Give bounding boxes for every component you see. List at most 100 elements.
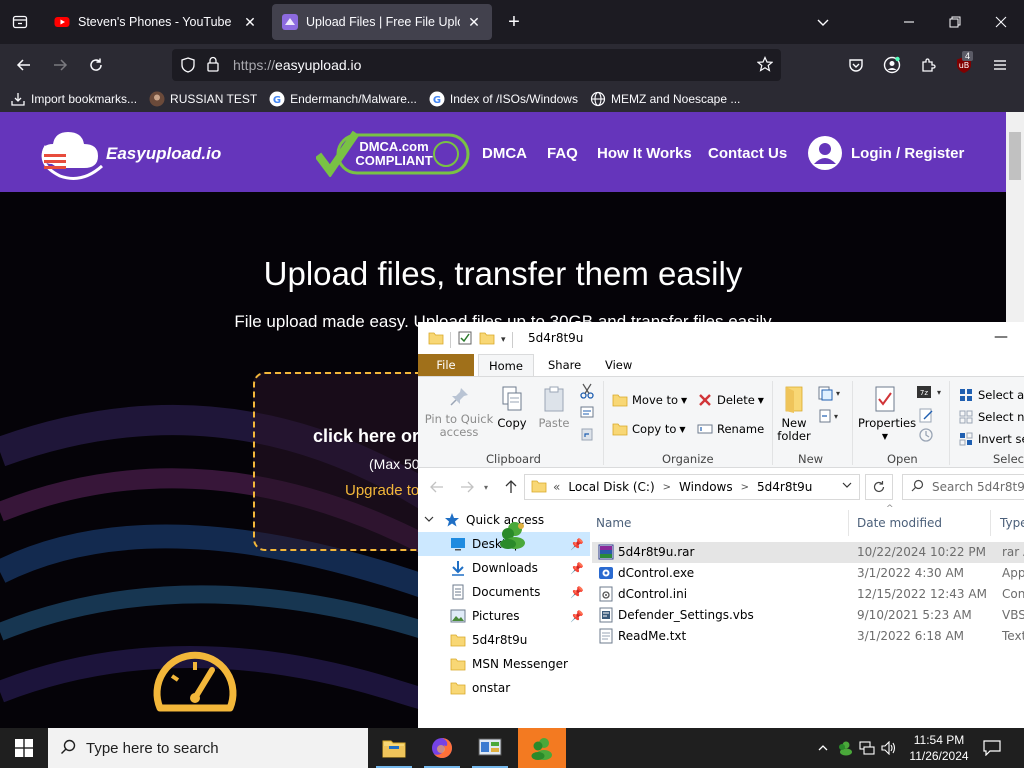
cut-icon[interactable] (580, 383, 594, 402)
back-arrow-icon[interactable] (430, 480, 444, 497)
recent-locations-icon[interactable]: ▾ (484, 483, 488, 492)
file-row[interactable]: dControl.exe 3/1/2022 4:30 AM App (592, 563, 1024, 584)
taskbar-search-input[interactable]: Type here to search (48, 728, 368, 768)
file-row[interactable]: ReadMe.txt 3/1/2022 6:18 AM Text (592, 626, 1024, 647)
breadcrumb-current-folder[interactable]: 5d4r8t9u (757, 480, 812, 494)
properties-check-icon[interactable] (457, 330, 473, 349)
nav-folder-5d4r8t9u[interactable]: 5d4r8t9u (418, 628, 590, 652)
copy-to-button[interactable]: Copy to ▼ (612, 421, 686, 437)
select-all-button[interactable]: Select all (958, 387, 1024, 403)
site-logo-text[interactable]: Easyupload.io (106, 144, 221, 164)
login-register-button[interactable]: Login / Register (808, 136, 964, 170)
nav-downloads[interactable]: Downloads 📌 (418, 556, 590, 580)
tab-easyupload[interactable]: Upload Files | Free File Upload a ✕ (272, 4, 492, 40)
paste-button[interactable]: Paste (536, 385, 572, 430)
breadcrumb-overflow[interactable]: « (553, 480, 560, 494)
paste-shortcut-icon[interactable] (580, 427, 594, 444)
copy-button[interactable]: Copy (496, 385, 528, 430)
column-header-name[interactable]: Name (596, 516, 631, 530)
column-separator[interactable] (848, 510, 849, 536)
extensions-icon[interactable] (914, 51, 942, 79)
column-separator[interactable] (990, 510, 991, 536)
address-bar[interactable]: « Local Disk (C:) > Windows > 5d4r8t9u (524, 474, 860, 500)
explorer-search-input[interactable]: Search 5d4r8t9u (902, 474, 1024, 500)
pin-icon[interactable]: 📌 (570, 610, 584, 623)
pin-icon[interactable]: 📌 (570, 538, 584, 551)
new-item-icon[interactable]: ▾ (818, 385, 840, 404)
menu-icon[interactable] (986, 51, 1014, 79)
nav-documents[interactable]: Documents 📌 (418, 580, 590, 604)
control-panel-app[interactable] (466, 728, 514, 768)
rename-button[interactable]: Rename (697, 421, 764, 437)
new-folder-button[interactable]: New folder (776, 385, 812, 443)
file-row[interactable]: 5d4r8t9u.rar 10/22/2024 10:22 PM rar A (592, 542, 1024, 563)
new-folder-icon[interactable] (479, 331, 495, 348)
scrollbar-thumb[interactable] (1009, 132, 1021, 180)
tab-list-icon[interactable] (8, 10, 32, 34)
history-icon[interactable] (918, 427, 934, 446)
show-hidden-icons-icon[interactable] (812, 728, 834, 768)
ribbon-tab-home[interactable]: Home (478, 354, 534, 376)
bookmark-import[interactable]: Import bookmarks... (10, 91, 137, 107)
nav-contact-us[interactable]: Contact Us (708, 145, 787, 162)
select-none-button[interactable]: Select no (958, 409, 1024, 425)
open-with-icon[interactable]: 7z ▾ (916, 385, 942, 402)
tracking-protection-icon[interactable] (180, 57, 196, 76)
nav-folder-msn-messenger[interactable]: MSN Messenger (418, 652, 590, 676)
edit-icon[interactable] (918, 407, 934, 426)
lock-icon[interactable] (206, 56, 220, 75)
customize-toolbar-icon[interactable]: ▾ (501, 335, 506, 345)
column-header-type[interactable]: Type (1000, 516, 1024, 530)
nav-faq[interactable]: FAQ (547, 145, 578, 162)
breadcrumb-windows[interactable]: Windows (679, 480, 733, 494)
cloud-logo-icon[interactable] (38, 124, 106, 185)
nav-pictures[interactable]: Pictures 📌 (418, 604, 590, 628)
breadcrumb-local-disk[interactable]: Local Disk (C:) (568, 480, 654, 494)
taskbar-clock[interactable]: 11:54 PM 11/26/2024 (906, 732, 972, 764)
pin-quick-access-button[interactable]: Pin to Quick access (424, 385, 494, 439)
forward-icon[interactable] (46, 51, 74, 79)
ublock-icon[interactable]: uB 4 (950, 51, 978, 79)
forward-arrow-icon[interactable] (460, 480, 474, 497)
url-bar[interactable]: https://easyupload.io (172, 49, 781, 81)
bookmark-russian-test[interactable]: RUSSIAN TEST (149, 91, 257, 107)
minimize-icon[interactable]: — (978, 322, 1024, 354)
reload-icon[interactable] (82, 51, 110, 79)
up-arrow-icon[interactable] (504, 480, 518, 497)
pocket-icon[interactable] (842, 51, 870, 79)
close-tab-icon[interactable]: ✕ (466, 14, 482, 30)
new-tab-button[interactable]: + (503, 12, 525, 34)
tab-youtube[interactable]: Steven's Phones - YouTube ✕ (44, 4, 268, 40)
file-row[interactable]: dControl.ini 12/15/2022 12:43 AM Conf (592, 584, 1024, 605)
pin-icon[interactable]: 📌 (570, 562, 584, 575)
bookmark-memz[interactable]: MEMZ and Noescape ... (590, 91, 740, 107)
copy-path-icon[interactable] (580, 405, 594, 422)
account-icon[interactable] (878, 51, 906, 79)
close-tab-icon[interactable]: ✕ (242, 14, 258, 30)
minimize-window-icon[interactable] (886, 0, 932, 44)
firefox-app[interactable] (418, 728, 466, 768)
properties-button[interactable]: Properties ▼ (858, 385, 916, 443)
close-window-icon[interactable] (978, 0, 1024, 44)
column-header-date[interactable]: Date modified (857, 516, 942, 530)
delete-button[interactable]: Delete ▼ (697, 392, 764, 408)
back-icon[interactable] (10, 51, 38, 79)
ribbon-tab-share[interactable]: Share (538, 354, 591, 376)
dmca-badge[interactable]: DMCA.com COMPLIANT (314, 130, 470, 178)
nav-how-it-works[interactable]: How It Works (597, 145, 692, 162)
move-to-button[interactable]: Move to ▼ (612, 392, 687, 408)
start-button[interactable] (0, 728, 48, 768)
expand-chevron-icon[interactable] (424, 513, 436, 527)
breadcrumb-chevron-icon[interactable]: > (663, 482, 671, 493)
upgrade-link[interactable]: Upgrade to (345, 482, 419, 499)
invert-selection-button[interactable]: Invert sel (958, 431, 1024, 447)
network-icon[interactable] (856, 728, 878, 768)
bookmark-endermanch[interactable]: G Endermanch/Malware... (269, 91, 417, 107)
nav-folder-onstar[interactable]: onstar (418, 676, 590, 700)
refresh-button[interactable] (865, 474, 893, 500)
ribbon-tab-view[interactable]: View (595, 354, 642, 376)
nav-dmca[interactable]: DMCA (482, 145, 527, 162)
ribbon-tab-file[interactable]: File (418, 354, 474, 376)
restore-window-icon[interactable] (932, 0, 978, 44)
list-all-tabs-icon[interactable] (800, 0, 846, 44)
